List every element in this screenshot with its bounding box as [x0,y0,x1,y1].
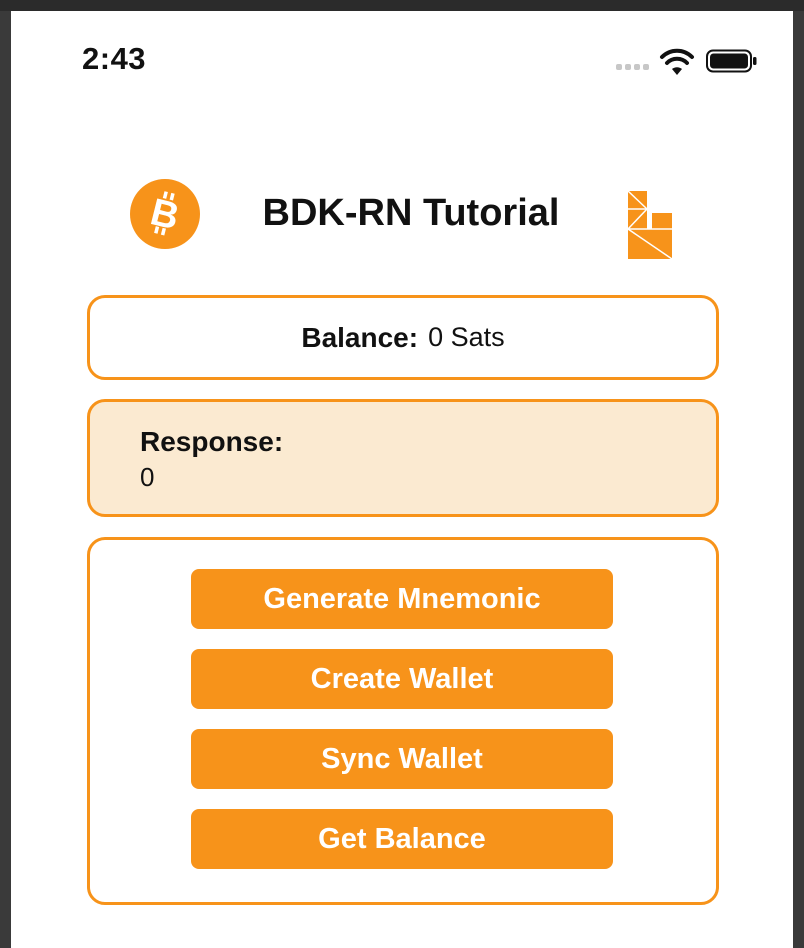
bitcoin-icon: B [130,179,200,249]
balance-value: 0 Sats [428,322,505,352]
response-value: 0 [140,462,155,492]
actions-card: Generate Mnemonic Create Wallet Sync Wal… [87,537,719,905]
phone-screen: 2:43 B BDK-RN Tutorial Balance: 0 Sats R… [11,11,793,948]
bdk-logo-icon [627,190,673,260]
sync-wallet-button[interactable]: Sync Wallet [191,729,613,789]
balance-label: Balance: [301,321,419,353]
generate-mnemonic-button[interactable]: Generate Mnemonic [191,569,613,629]
response-label: Response: [140,426,284,457]
app-header: B BDK-RN Tutorial [11,171,793,271]
status-bar: 2:43 [11,11,793,91]
cellular-signal-icon [616,64,649,70]
create-wallet-button[interactable]: Create Wallet [191,649,613,709]
battery-icon [706,49,757,73]
status-time: 2:43 [82,41,147,76]
window-frame [0,0,804,11]
balance-card: Balance: 0 Sats [87,295,719,380]
response-card: Response: 0 [87,399,719,517]
app-title: BDK-RN Tutorial [262,192,560,234]
wifi-icon [660,48,694,75]
get-balance-button[interactable]: Get Balance [191,809,613,869]
